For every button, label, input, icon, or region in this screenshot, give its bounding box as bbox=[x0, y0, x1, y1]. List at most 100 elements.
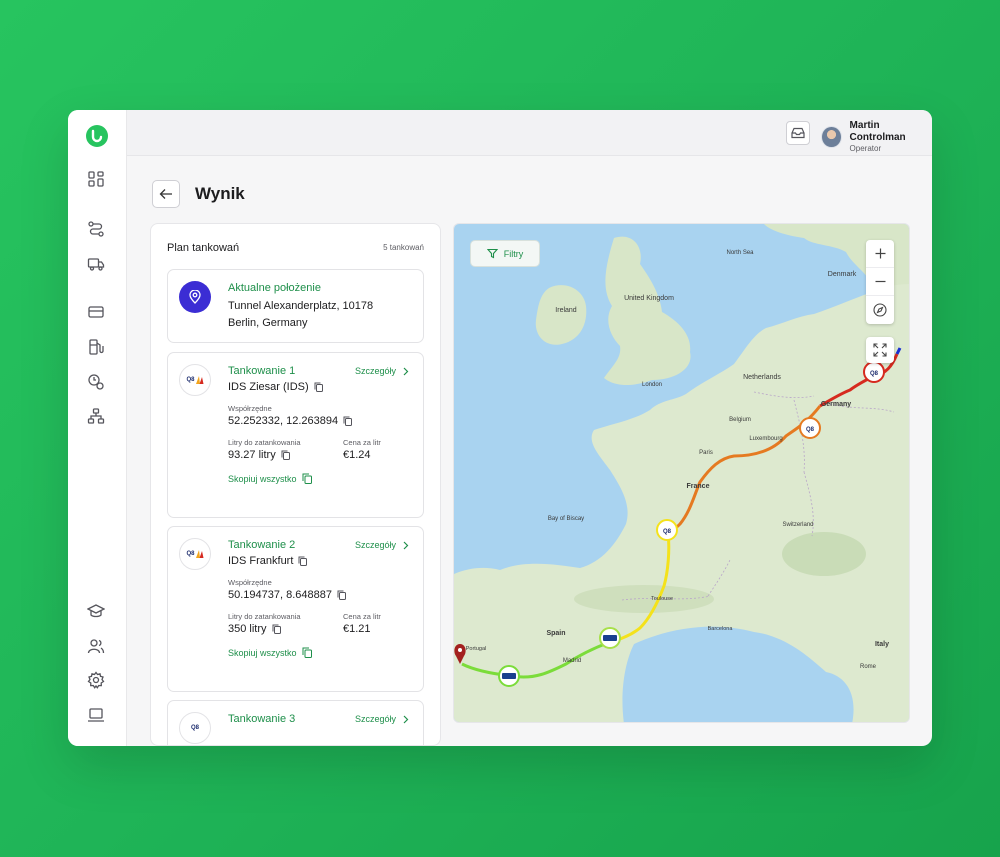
graduation-cap-icon[interactable] bbox=[85, 600, 107, 622]
compass-button[interactable] bbox=[866, 296, 894, 324]
map-label: Paris bbox=[699, 450, 713, 456]
map-label: Italy bbox=[875, 641, 889, 648]
copy-icon[interactable] bbox=[298, 556, 308, 566]
station-logo: Q8 bbox=[179, 712, 211, 744]
dashboard-icon[interactable] bbox=[85, 168, 107, 190]
coords-value: 50.194737, 8.648887 bbox=[228, 589, 332, 601]
inbox-icon bbox=[791, 127, 805, 139]
hierarchy-icon[interactable] bbox=[85, 405, 107, 427]
station-logo: Q8 bbox=[179, 364, 211, 396]
current-location-card[interactable]: Aktualne położenie Tunnel Alexanderplatz… bbox=[167, 269, 424, 343]
stop-title: Tankowanie 1 bbox=[228, 365, 296, 377]
svg-text:Q8: Q8 bbox=[806, 427, 815, 433]
chevron-right-icon bbox=[403, 715, 409, 723]
map-label: Belgium bbox=[729, 417, 751, 423]
truck-icon[interactable] bbox=[85, 253, 107, 275]
zoom-out-button[interactable] bbox=[866, 268, 894, 296]
arrow-left-icon bbox=[159, 189, 172, 199]
back-button[interactable] bbox=[152, 180, 180, 208]
inbox-button[interactable] bbox=[786, 121, 810, 145]
filter-button[interactable]: Filtry bbox=[470, 240, 540, 267]
chevron-right-icon bbox=[403, 541, 409, 549]
fuel-stop-card: Q8 Szczegóły Tankowanie 3 bbox=[167, 700, 424, 745]
station-name: IDS Ziesar (IDS) bbox=[228, 381, 309, 393]
route-map[interactable]: Q8 Q8 Q8 North Sea Denmark Ireland Unite… bbox=[453, 223, 910, 723]
map-label: France bbox=[687, 483, 710, 490]
map-marker-station[interactable]: Q8 bbox=[799, 417, 821, 439]
user-menu[interactable]: Martin Controlman Operator bbox=[821, 120, 932, 154]
stop-count: 5 tankowań bbox=[383, 243, 424, 252]
fullscreen-button[interactable] bbox=[866, 337, 894, 363]
map-label: Bay of Biscay bbox=[548, 516, 584, 522]
map-marker-station[interactable] bbox=[599, 627, 621, 649]
app-logo-icon[interactable] bbox=[85, 124, 109, 148]
copy-icon bbox=[302, 473, 312, 484]
fuel-pump-icon[interactable] bbox=[85, 336, 107, 358]
map-label: Rome bbox=[860, 664, 877, 670]
map-label: Netherlands bbox=[743, 374, 781, 381]
stop-title: Tankowanie 2 bbox=[228, 539, 296, 551]
copy-all-button[interactable]: Skopiuj wszystko bbox=[228, 647, 381, 658]
price-value: €1.24 bbox=[343, 449, 371, 461]
station-name: IDS Frankfurt bbox=[228, 555, 294, 567]
fueling-plan-panel: Plan tankowań 5 tankowań Aktualne położe… bbox=[150, 223, 441, 746]
expand-icon bbox=[873, 343, 887, 357]
q8-sails-icon bbox=[195, 550, 203, 558]
coords-label: Współrzędne bbox=[228, 404, 272, 413]
settings-gear-icon[interactable] bbox=[85, 669, 107, 691]
svg-text:Q8: Q8 bbox=[870, 371, 879, 377]
pyrenees-shading bbox=[574, 585, 714, 613]
top-bar: Martin Controlman Operator bbox=[127, 110, 932, 156]
map-label: London bbox=[642, 382, 662, 388]
copy-icon[interactable] bbox=[272, 624, 281, 634]
current-location-title: Aktualne położenie bbox=[228, 282, 321, 294]
chevron-right-icon bbox=[403, 367, 409, 375]
price-label: Cena za litr bbox=[343, 612, 381, 621]
filter-icon bbox=[486, 248, 498, 259]
map-label: Ireland bbox=[555, 307, 577, 314]
copy-icon[interactable] bbox=[314, 382, 323, 392]
q8-sails-icon bbox=[195, 376, 203, 384]
map-label: Germany bbox=[821, 401, 851, 408]
page-title: Wynik bbox=[195, 184, 245, 203]
avatar bbox=[821, 126, 842, 148]
map-label: Portugal bbox=[466, 646, 487, 652]
alps-shading bbox=[782, 532, 866, 576]
routes-icon[interactable] bbox=[85, 218, 107, 240]
map-label: United Kingdom bbox=[624, 295, 674, 302]
address-line-2: Berlin, Germany bbox=[228, 317, 308, 329]
coords-value: 52.252332, 12.263894 bbox=[228, 415, 339, 427]
price-label: Cena za litr bbox=[343, 438, 381, 447]
card-icon[interactable] bbox=[85, 301, 107, 323]
location-pin-icon bbox=[179, 281, 211, 313]
minus-icon bbox=[875, 280, 885, 283]
panel-title: Plan tankowań bbox=[167, 242, 240, 254]
map-canvas[interactable]: Q8 Q8 Q8 North Sea Denmark Ireland Unite… bbox=[454, 224, 910, 723]
zoom-controls bbox=[866, 240, 894, 324]
copy-icon[interactable] bbox=[343, 416, 353, 426]
map-label: Madrid bbox=[563, 658, 581, 664]
map-label: Switzerland bbox=[782, 522, 813, 528]
liters-label: Litry do zatankowania bbox=[228, 612, 301, 621]
copy-icon bbox=[302, 647, 312, 658]
map-marker-station[interactable]: Q8 bbox=[656, 519, 678, 541]
details-link[interactable]: Szczegóły bbox=[355, 714, 409, 724]
map-label: Barcelona bbox=[708, 626, 734, 632]
map-label: Spain bbox=[546, 630, 565, 637]
stop-title: Tankowanie 3 bbox=[228, 713, 296, 725]
sidebar bbox=[68, 110, 127, 746]
address-line-1: Tunnel Alexanderplatz, 10178 bbox=[228, 300, 374, 312]
copy-all-button[interactable]: Skopiuj wszystko bbox=[228, 473, 381, 484]
map-marker-station[interactable] bbox=[498, 665, 520, 687]
fuel-stop-card: Q8 Szczegóły Tankowanie 1 IDS Ziesar (ID… bbox=[167, 352, 424, 518]
users-icon[interactable] bbox=[85, 635, 107, 657]
map-label: Denmark bbox=[828, 271, 857, 278]
zoom-in-button[interactable] bbox=[866, 240, 894, 268]
user-name: Martin Controlman bbox=[849, 120, 906, 143]
copy-icon[interactable] bbox=[281, 450, 290, 460]
user-role: Operator bbox=[849, 144, 882, 153]
copy-icon[interactable] bbox=[337, 590, 346, 600]
laptop-icon[interactable] bbox=[85, 704, 107, 726]
map-marker-station[interactable]: Q8 bbox=[863, 361, 885, 383]
clock-icon[interactable] bbox=[85, 371, 107, 393]
